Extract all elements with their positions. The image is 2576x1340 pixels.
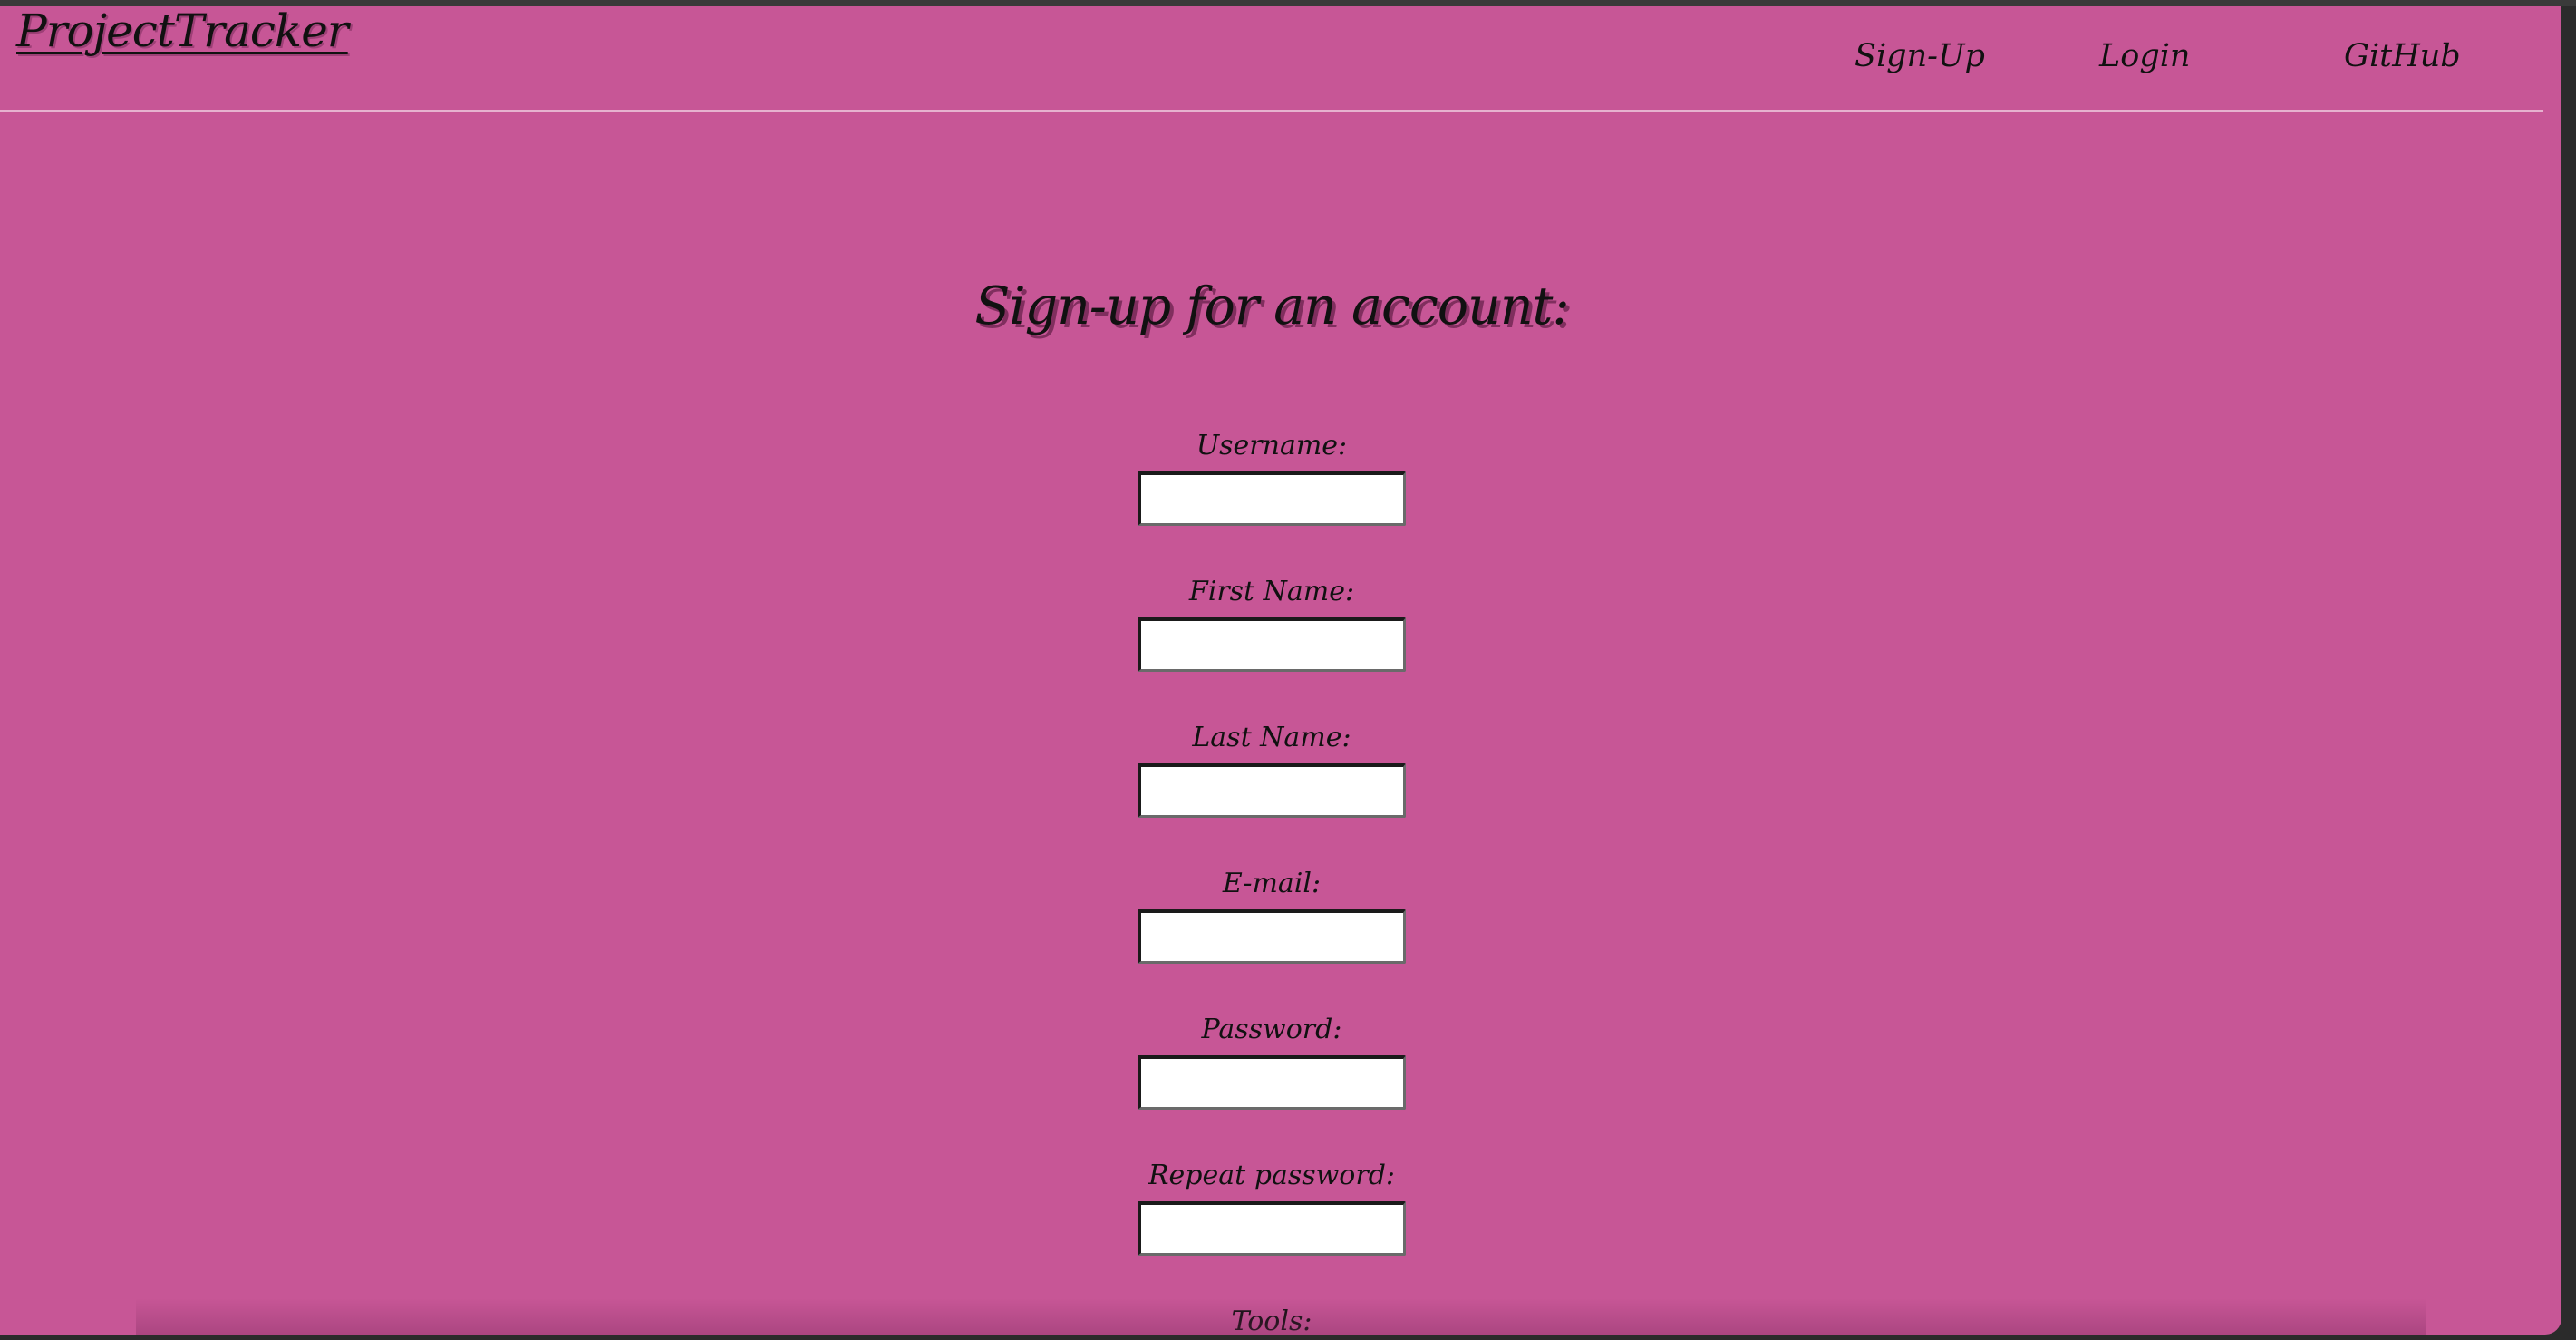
tools-field-group: Tools: [0,1306,2543,1335]
tools-label: Tools: [1231,1306,1312,1335]
username-field-group: Username: [0,431,2543,526]
password-field-group: Password: [0,1015,2543,1110]
password-input[interactable] [1138,1055,1406,1110]
first-name-field-group: First Name: [0,577,2543,672]
repeat-password-label: Repeat password: [1148,1160,1396,1191]
nav-link-signup[interactable]: Sign-Up [1855,39,1985,74]
brand-link[interactable]: ProjectTracker [16,6,349,56]
last-name-input[interactable] [1138,763,1406,818]
header-divider [0,110,2543,112]
email-input[interactable] [1138,909,1406,964]
repeat-password-field-group: Repeat password: [0,1160,2543,1256]
first-name-input[interactable] [1138,617,1406,672]
browser-viewport: ProjectTracker Sign-Up Login GitHub Sign… [0,6,2561,1335]
email-label: E-mail: [1222,868,1322,899]
username-label: Username: [1196,430,1348,461]
username-input[interactable] [1138,471,1406,526]
window-top-border [0,0,2576,6]
page-title: Sign-up for an account: [974,277,1569,336]
nav-link-github[interactable]: GitHub [2344,39,2461,74]
first-name-label: First Name: [1188,576,1355,607]
email-field-group: E-mail: [0,869,2543,964]
last-name-label: Last Name: [1192,722,1351,753]
last-name-field-group: Last Name: [0,723,2543,818]
password-label: Password: [1201,1014,1342,1045]
repeat-password-input[interactable] [1138,1201,1406,1256]
nav-link-login[interactable]: Login [2099,39,2190,74]
